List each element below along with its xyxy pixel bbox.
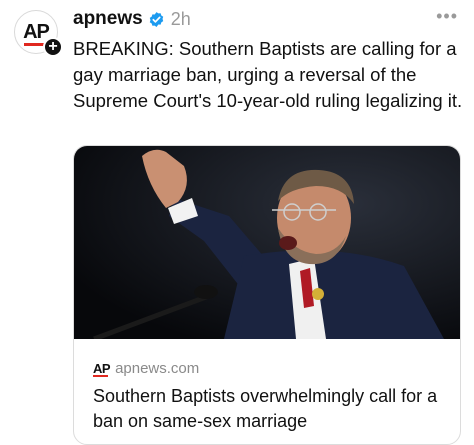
article-photo (74, 146, 460, 339)
card-title[interactable]: Southern Baptists overwhelmingly call fo… (93, 384, 453, 434)
card-domain: apnews.com (115, 360, 200, 377)
post-header: apnews 2h ••• (73, 6, 460, 32)
card-source: AP apnews.com (93, 360, 199, 377)
follow-plus-icon[interactable]: + (43, 37, 63, 57)
post-text: BREAKING: Southern Baptists are calling … (73, 38, 463, 111)
link-preview-card[interactable]: AP apnews.com Southern Baptists overwhel… (73, 145, 461, 445)
avatar[interactable]: AP + (14, 10, 63, 58)
timestamp: 2h (170, 8, 191, 29)
ap-favicon-icon: AP (93, 361, 111, 377)
verified-badge-icon (149, 11, 163, 27)
more-options-icon[interactable]: ••• (436, 6, 458, 27)
username[interactable]: apnews (73, 8, 143, 30)
